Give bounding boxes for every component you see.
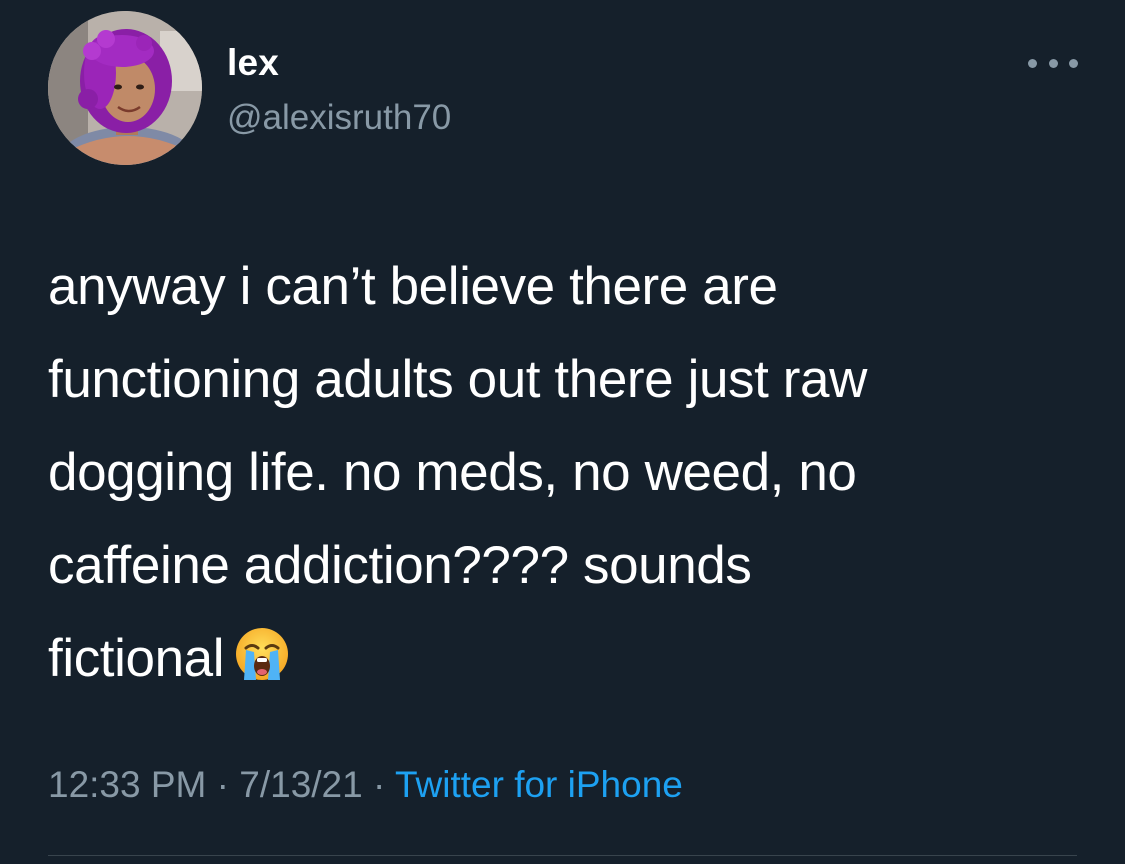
tweet-source-link[interactable]: Twitter for iPhone [395,764,683,805]
user-handle[interactable]: @alexisruth70 [227,98,451,138]
divider [48,855,1077,856]
tweet-time[interactable]: 12:33 PM [48,764,206,805]
display-name[interactable]: lex [227,42,279,84]
loudly-crying-face-emoji-icon [234,618,290,711]
more-horizontal-icon-dot [1069,58,1078,68]
meta-separator: · [373,764,386,805]
avatar-image [48,11,202,165]
tweet-text: anyway i can’t believe there are functio… [48,257,867,688]
more-horizontal-icon-dot [1048,58,1058,68]
tweet-body: anyway i can’t believe there are functio… [48,240,1088,711]
tweet-card: lex @alexisruth70 anyway i can’t believe… [0,0,1125,864]
tweet-date[interactable]: 7/13/21 [239,764,362,805]
more-horizontal-icon [1028,58,1037,68]
avatar[interactable] [48,11,202,165]
meta-separator: · [216,764,229,805]
more-options-button[interactable] [1028,48,1078,78]
tweet-meta: 12:33 PM · 7/13/21 · Twitter for iPhone [48,764,683,806]
